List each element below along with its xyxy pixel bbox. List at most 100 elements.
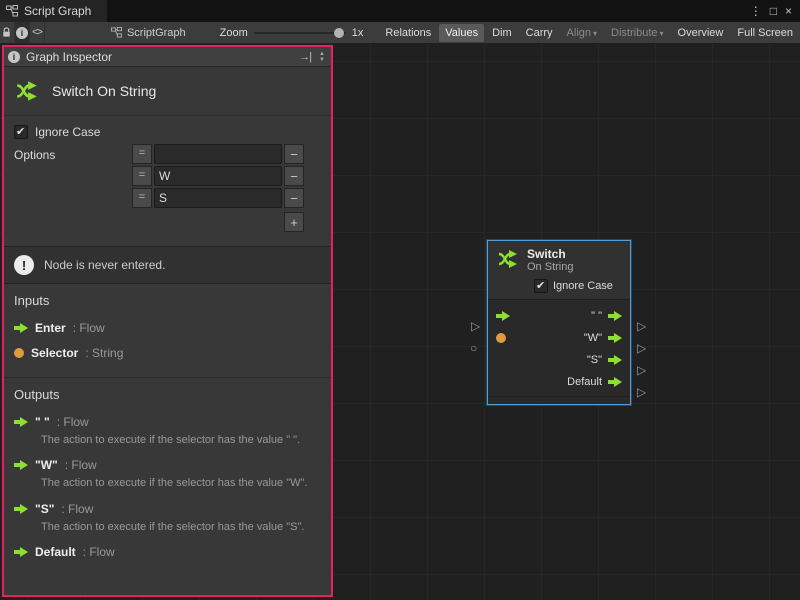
- zoom-slider-track: [254, 32, 346, 34]
- drag-handle-icon[interactable]: =: [132, 188, 152, 208]
- tab-title: Script Graph: [24, 4, 91, 18]
- inspector-header[interactable]: i Graph Inspector →| ▲ ▼: [4, 47, 331, 67]
- remove-option-button[interactable]: −: [284, 166, 304, 186]
- distribute-dropdown[interactable]: Distribute▾: [605, 24, 669, 42]
- inspector-node-title-row: Switch On String: [4, 67, 331, 116]
- graph-inspector-panel: i Graph Inspector →| ▲ ▼ Switch On Strin…: [2, 45, 333, 597]
- options-list: = − = − = − +: [132, 144, 304, 232]
- input-row-enter: Enter : Flow: [14, 321, 321, 335]
- node-row-enter: " ": [488, 305, 630, 327]
- output-row: "S" : Flow: [14, 502, 321, 516]
- ext-out-port[interactable]: ▷: [637, 342, 646, 354]
- option-value-input[interactable]: [154, 166, 282, 186]
- drag-handle-icon[interactable]: =: [132, 166, 152, 186]
- flow-out-port[interactable]: [608, 333, 622, 343]
- drag-handle-icon[interactable]: =: [132, 144, 152, 164]
- ext-flow-in-port[interactable]: ▷: [471, 320, 480, 332]
- flow-in-port[interactable]: [496, 311, 510, 321]
- lock-icon: [1, 27, 12, 38]
- edit-script-button[interactable]: <>: [30, 22, 45, 43]
- info-icon: i: [8, 51, 20, 63]
- relations-button[interactable]: Relations: [379, 24, 437, 42]
- port-label: "W": [584, 332, 602, 344]
- flow-out-port[interactable]: [608, 377, 622, 387]
- step-down-icon[interactable]: ▼: [319, 57, 325, 63]
- remove-option-button[interactable]: −: [284, 144, 304, 164]
- maximize-icon[interactable]: □: [770, 0, 777, 22]
- zoom-label: Zoom: [220, 27, 248, 39]
- warning-icon: !: [14, 255, 34, 275]
- carry-button[interactable]: Carry: [520, 24, 559, 42]
- close-icon[interactable]: ×: [785, 0, 792, 22]
- option-row: = −: [132, 188, 304, 208]
- dim-button[interactable]: Dim: [486, 24, 518, 42]
- output-row: "W" : Flow: [14, 458, 321, 472]
- ignore-case-label: Ignore Case: [35, 125, 100, 139]
- output-description: The action to execute if the selector ha…: [41, 476, 321, 490]
- value-port-icon: [14, 348, 24, 358]
- outputs-section: Outputs " " : Flow The action to execute…: [4, 377, 331, 572]
- flow-out-port[interactable]: [608, 311, 622, 321]
- flow-port-icon: [14, 460, 28, 470]
- node-title: Switch: [527, 247, 573, 261]
- window-menu-icon[interactable]: ⋮: [750, 0, 762, 22]
- add-option-button[interactable]: +: [284, 212, 304, 232]
- script-graph-icon: [6, 5, 18, 17]
- option-row: = −: [132, 144, 304, 164]
- zoom-slider-handle[interactable]: [334, 28, 344, 38]
- output-description: The action to execute if the selector ha…: [41, 433, 321, 447]
- inspector-node-title: Switch On String: [52, 83, 156, 99]
- values-button[interactable]: Values: [439, 24, 484, 42]
- inspector-toggle-button[interactable]: i: [15, 22, 30, 43]
- option-value-input[interactable]: [154, 188, 282, 208]
- info-icon: i: [16, 27, 28, 39]
- port-label: Default: [567, 376, 602, 388]
- port-label: " ": [591, 310, 602, 322]
- output-row: " " : Flow: [14, 415, 321, 429]
- switch-icon: [14, 78, 40, 104]
- graph-icon: [111, 27, 122, 38]
- node-ignore-case-checkbox[interactable]: [534, 279, 548, 293]
- ext-out-port[interactable]: ▷: [637, 320, 646, 332]
- zoom-slider[interactable]: [254, 28, 346, 38]
- warning-banner: ! Node is never entered.: [4, 246, 331, 284]
- node-row-s: "S": [488, 349, 630, 371]
- node-row-w: "W": [488, 327, 630, 349]
- graph-name-label: ScriptGraph: [127, 27, 186, 39]
- tab-script-graph[interactable]: Script Graph: [0, 0, 107, 22]
- warning-text: Node is never entered.: [44, 258, 165, 272]
- full-screen-button[interactable]: Full Screen: [731, 24, 799, 42]
- ext-out-port[interactable]: ▷: [637, 364, 646, 376]
- output-row: Default : Flow: [14, 545, 321, 559]
- node-subtitle: On String: [527, 261, 573, 274]
- flow-out-port[interactable]: [608, 355, 622, 365]
- inputs-header: Inputs: [14, 293, 321, 308]
- switch-node[interactable]: Switch On String Ignore Case " ": [487, 240, 631, 405]
- chevron-down-icon: ▾: [593, 29, 597, 38]
- ext-selector-port[interactable]: ○: [470, 342, 477, 354]
- option-value-input[interactable]: [154, 144, 282, 164]
- title-bar: Script Graph ⋮ □ ×: [0, 0, 800, 22]
- outputs-header: Outputs: [14, 387, 321, 402]
- graph-breadcrumb[interactable]: ScriptGraph: [111, 27, 186, 39]
- selector-value-port[interactable]: [496, 333, 506, 343]
- ignore-case-checkbox[interactable]: [14, 125, 28, 139]
- node-ignore-case-label: Ignore Case: [553, 280, 613, 292]
- panel-stepper[interactable]: ▲ ▼: [317, 51, 327, 63]
- inputs-section: Inputs Enter : Flow Selector : String: [4, 284, 331, 373]
- input-row-selector: Selector : String: [14, 346, 321, 360]
- overview-button[interactable]: Overview: [672, 24, 730, 42]
- zoom-value: 1x: [352, 27, 364, 39]
- dock-icon[interactable]: →|: [299, 51, 311, 63]
- node-footer: [488, 396, 630, 404]
- ext-out-port[interactable]: ▷: [637, 386, 646, 398]
- align-dropdown[interactable]: Align▾: [561, 24, 603, 42]
- output-description: The action to execute if the selector ha…: [41, 520, 321, 534]
- lock-button[interactable]: [0, 22, 15, 43]
- switch-icon: [496, 247, 520, 271]
- inspector-empty-area: [4, 572, 331, 595]
- node-header[interactable]: Switch On String: [488, 241, 630, 276]
- node-ignore-case-row: Ignore Case: [488, 276, 630, 300]
- inspector-title: Graph Inspector: [26, 50, 293, 64]
- remove-option-button[interactable]: −: [284, 188, 304, 208]
